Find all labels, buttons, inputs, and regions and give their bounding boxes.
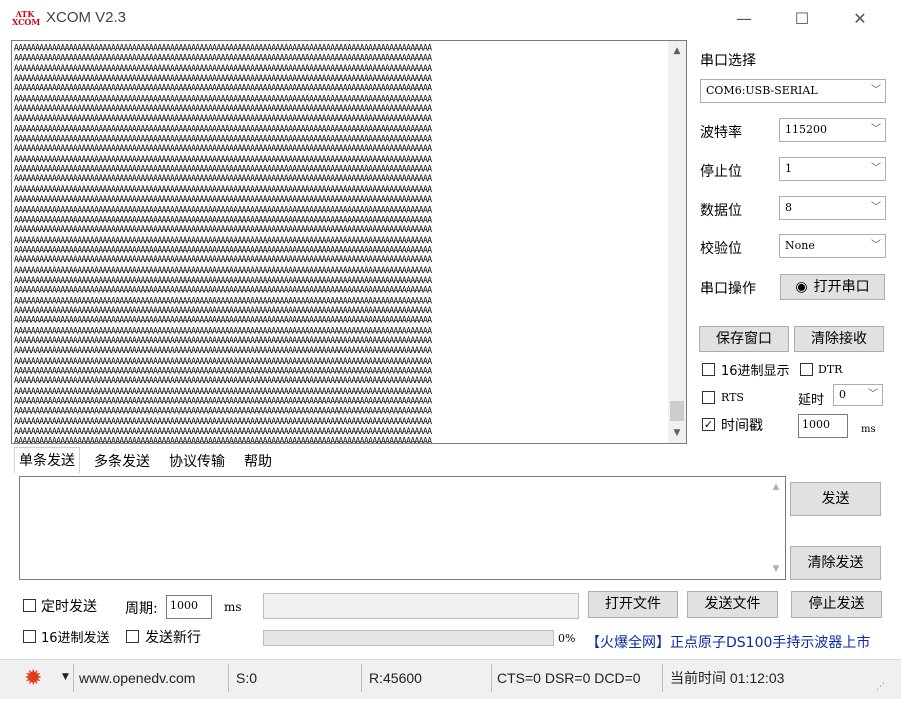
scroll-up-icon[interactable]: ▲ (668, 43, 686, 59)
parity-select[interactable]: None ﹀ (779, 234, 886, 258)
rts-label: RTS (721, 391, 744, 404)
baud-select[interactable]: 115200 ﹀ (779, 118, 886, 142)
send-button[interactable]: 发送 (790, 482, 881, 516)
baud-value: 115200 (785, 123, 827, 136)
tab-protocol[interactable]: 协议传输 (165, 449, 229, 475)
status-current-time: 当前时间 01:12:03 (670, 670, 785, 686)
window-title: XCOM V2.3 (46, 9, 127, 26)
data-bits-label: 数据位 (700, 203, 742, 219)
scroll-up-icon[interactable]: ▲ (767, 479, 785, 495)
timed-send-checkbox[interactable] (23, 599, 36, 612)
maximize-button[interactable]: ☐ (780, 4, 824, 34)
timestamp-label: 时间戳 (721, 418, 763, 434)
ad-link[interactable]: 【火爆全网】正点原子DS100手持示波器上市 (586, 632, 870, 652)
chevron-down-icon: ﹀ (871, 202, 881, 213)
chevron-down-icon: ﹀ (871, 85, 881, 96)
delay-select[interactable]: 0 ﹀ (833, 384, 883, 406)
timestamp-input[interactable]: 1000 (798, 414, 848, 438)
data-bits-value: 8 (785, 201, 792, 214)
clear-send-button[interactable]: 清除发送 (790, 546, 881, 580)
rts-checkbox[interactable] (702, 391, 715, 404)
tab-multi-send[interactable]: 多条发送 (90, 449, 154, 475)
timed-send-label: 定时发送 (41, 599, 97, 615)
chevron-down-icon: ﹀ (871, 163, 881, 174)
clear-receive-button[interactable]: 清除接收 (794, 326, 884, 352)
stop-bits-value: 1 (785, 162, 792, 175)
port-select-label: 串口选择 (700, 53, 756, 69)
period-label: 周期: (125, 601, 158, 617)
data-bits-select[interactable]: 8 ﹀ (779, 196, 886, 220)
status-bar: ✹ ▼ www.openedv.com S:0 R:45600 CTS=0 DS… (0, 659, 901, 699)
minimize-button[interactable]: — (722, 4, 766, 34)
timestamp-ms-label: ms (861, 424, 876, 435)
port-operation-label: 串口操作 (700, 281, 756, 297)
save-window-button[interactable]: 保存窗口 (699, 326, 789, 352)
tab-single-send[interactable]: 单条发送 (14, 447, 80, 473)
chevron-down-icon: ﹀ (871, 240, 881, 251)
close-button[interactable]: ✕ (838, 4, 882, 34)
parity-value: None (785, 239, 815, 252)
scroll-down-icon[interactable]: ▼ (668, 425, 686, 441)
send-progress-percent: 0% (558, 632, 576, 645)
status-modem-lines: CTS=0 DSR=0 DCD=0 (497, 670, 641, 686)
receive-text: AAAAAAAAAAAAAAAAAAAAAAAAAAAAAAAAAAAAAAAA… (14, 43, 432, 444)
port-select[interactable]: COM6:USB-SERIAL ﹀ (700, 79, 886, 103)
port-select-value: COM6:USB-SERIAL (706, 84, 818, 97)
status-separator (662, 664, 663, 692)
baud-label: 波特率 (700, 125, 742, 141)
file-path-field[interactable] (263, 593, 579, 619)
status-received-count: R:45600 (369, 670, 422, 686)
open-file-button[interactable]: 打开文件 (588, 591, 678, 618)
scroll-thumb[interactable] (670, 401, 684, 421)
delay-label: 延时 (798, 393, 825, 408)
status-separator (228, 664, 229, 692)
receive-scrollbar[interactable]: ▲ ▼ (668, 41, 686, 443)
send-newline-checkbox[interactable] (126, 630, 139, 643)
open-port-label: 打开串口 (813, 279, 870, 295)
send-scrollbar[interactable]: ▲ ▼ (767, 477, 785, 579)
status-sent-count: S:0 (236, 670, 258, 686)
chevron-down-icon: ﹀ (871, 124, 881, 135)
timestamp-checkbox[interactable]: ✓ (702, 418, 715, 431)
open-port-button[interactable]: ◉ 打开串口 (780, 274, 885, 300)
hex-display-label: 16进制显示 (721, 364, 790, 379)
send-file-button[interactable]: 发送文件 (687, 591, 778, 618)
period-ms-label: ms (224, 600, 242, 614)
resize-grip-icon[interactable]: ⋰ (876, 682, 885, 692)
send-textarea[interactable]: ▲ ▼ (19, 476, 786, 580)
send-progress-bar (263, 630, 554, 646)
scroll-down-icon[interactable]: ▼ (767, 561, 785, 577)
record-icon: ◉ (795, 279, 808, 295)
tab-help[interactable]: 帮助 (240, 449, 276, 475)
stop-bits-label: 停止位 (700, 164, 742, 180)
dtr-checkbox[interactable] (800, 363, 813, 376)
hex-send-label: 16进制发送 (41, 631, 110, 646)
caret-down-icon[interactable]: ▼ (62, 672, 69, 682)
receive-textarea[interactable]: AAAAAAAAAAAAAAAAAAAAAAAAAAAAAAAAAAAAAAAA… (11, 40, 687, 444)
stop-bits-select[interactable]: 1 ﹀ (779, 157, 886, 181)
hex-send-checkbox[interactable] (23, 630, 36, 643)
status-website[interactable]: www.openedv.com (79, 660, 195, 696)
title-bar: ATK XCOM XCOM V2.3 — ☐ ✕ (0, 0, 901, 38)
dtr-label: DTR (818, 363, 843, 376)
app-logo-icon: ATK XCOM (12, 9, 41, 27)
send-newline-label: 发送新行 (145, 630, 201, 646)
delay-value: 0 (839, 388, 846, 401)
chevron-down-icon: ﹀ (868, 389, 878, 400)
hex-display-checkbox[interactable] (702, 363, 715, 376)
gear-icon[interactable]: ✹ (24, 668, 46, 690)
period-input[interactable]: 1000 (166, 595, 212, 619)
status-separator (73, 664, 74, 692)
status-separator (491, 664, 492, 692)
stop-send-button[interactable]: 停止发送 (791, 591, 882, 618)
parity-label: 校验位 (700, 241, 742, 257)
status-separator (361, 664, 362, 692)
